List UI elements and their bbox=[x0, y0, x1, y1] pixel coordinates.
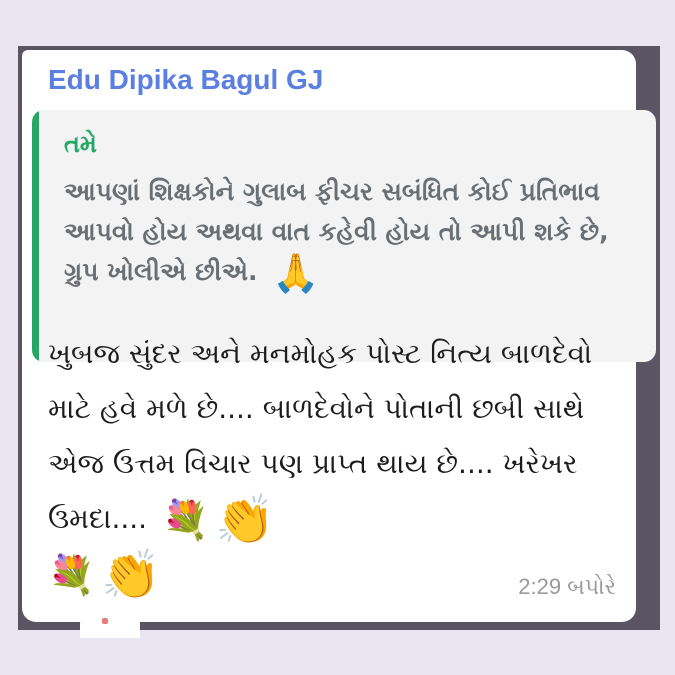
quote-accent-bar bbox=[32, 110, 39, 362]
clapping-hands-icon: 👏 bbox=[101, 547, 162, 603]
sender-name[interactable]: Edu Dipika Bagul GJ bbox=[48, 64, 323, 96]
bouquet-icon: 💐 bbox=[161, 498, 210, 542]
quoted-message[interactable]: તમે આપણાં શિક્ષકોને ગુલાબ ફીચર સબંધિત કો… bbox=[32, 110, 656, 362]
clapping-hands-icon: 👏 bbox=[215, 492, 276, 548]
message-body: ખુબજ સુંદર અને મનમોહક પોસ્ટ નિત્ય બાળદેવ… bbox=[48, 337, 593, 535]
folded-hands-icon: 🙏 bbox=[272, 251, 320, 295]
message-bubble[interactable]: Edu Dipika Bagul GJ તમે આપણાં શિક્ષકોને … bbox=[22, 50, 656, 622]
next-message-indicator bbox=[102, 618, 108, 624]
quoted-author: તમે bbox=[64, 130, 97, 158]
message-timestamp: 2:29 બપોરે bbox=[518, 574, 616, 599]
quoted-text-block: આપણાં શિક્ષકોને ગુલાબ ફીચર સબંધિત કોઈ પ્… bbox=[64, 172, 634, 292]
bouquet-icon: 💐 bbox=[48, 553, 96, 597]
next-message-bubble[interactable] bbox=[80, 608, 140, 638]
message-body-block: ખુબજ સુંદર અને મનમોહક પોસ્ટ નિત્ય બાળદેવ… bbox=[48, 326, 628, 601]
quoted-text: આપણાં શિક્ષકોને ગુલાબ ફીચર સબંધિત કોઈ પ્… bbox=[64, 177, 609, 286]
